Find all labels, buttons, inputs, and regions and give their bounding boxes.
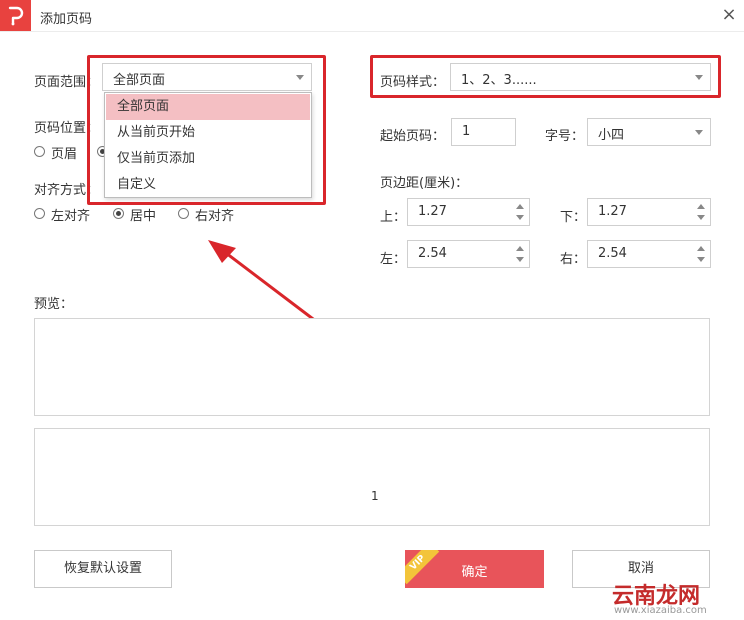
position-header-radio[interactable] xyxy=(34,146,45,157)
align-right-label: 右对齐 xyxy=(195,209,235,224)
annotation-highlight-box xyxy=(87,55,326,205)
wps-pdf-logo-icon xyxy=(0,0,31,31)
title-bar xyxy=(0,0,744,32)
spinner-icon[interactable] xyxy=(515,201,525,225)
spinner-icon[interactable] xyxy=(696,243,706,267)
font-size-label: 字号： xyxy=(545,129,585,144)
font-size-value: 小四 xyxy=(598,128,625,143)
margin-right-stepper[interactable]: 2.54 xyxy=(587,240,711,268)
preview-page-number: 1 xyxy=(371,489,379,503)
margin-left-stepper[interactable]: 2.54 xyxy=(407,240,530,268)
close-icon[interactable]: × xyxy=(718,4,740,26)
site-watermark-url: www.xiazaiba.com xyxy=(614,605,707,616)
align-center-radio[interactable] xyxy=(113,208,124,219)
ok-button[interactable]: VIP 确定 xyxy=(405,550,544,588)
margin-bottom-stepper[interactable]: 1.27 xyxy=(587,198,711,226)
start-page-label: 起始页码： xyxy=(380,129,446,144)
reset-defaults-button[interactable]: 恢复默认设置 xyxy=(34,550,172,588)
dialog-title: 添加页码 xyxy=(40,12,93,27)
align-right-radio[interactable] xyxy=(178,208,189,219)
annotation-highlight-box xyxy=(370,55,721,98)
chevron-down-icon xyxy=(695,130,703,135)
margin-left-label: 左： xyxy=(380,252,407,267)
align-left-radio[interactable] xyxy=(34,208,45,219)
spinner-icon[interactable] xyxy=(515,243,525,267)
margin-right-label: 右： xyxy=(560,252,587,267)
position-header-label: 页眉 xyxy=(51,147,78,162)
font-size-select[interactable]: 小四 xyxy=(587,118,711,146)
align-center-label: 居中 xyxy=(130,209,157,224)
preview-page-top xyxy=(34,318,710,416)
preview-page-bottom: 1 xyxy=(34,428,710,526)
start-page-input[interactable]: 1 xyxy=(451,118,516,146)
margin-bottom-label: 下： xyxy=(560,210,587,225)
margin-top-label: 上： xyxy=(380,210,407,225)
margin-label: 页边距(厘米)： xyxy=(380,176,469,191)
spinner-icon[interactable] xyxy=(696,201,706,225)
margin-top-stepper[interactable]: 1.27 xyxy=(407,198,530,226)
preview-label: 预览： xyxy=(34,297,74,312)
align-left-label: 左对齐 xyxy=(51,209,91,224)
